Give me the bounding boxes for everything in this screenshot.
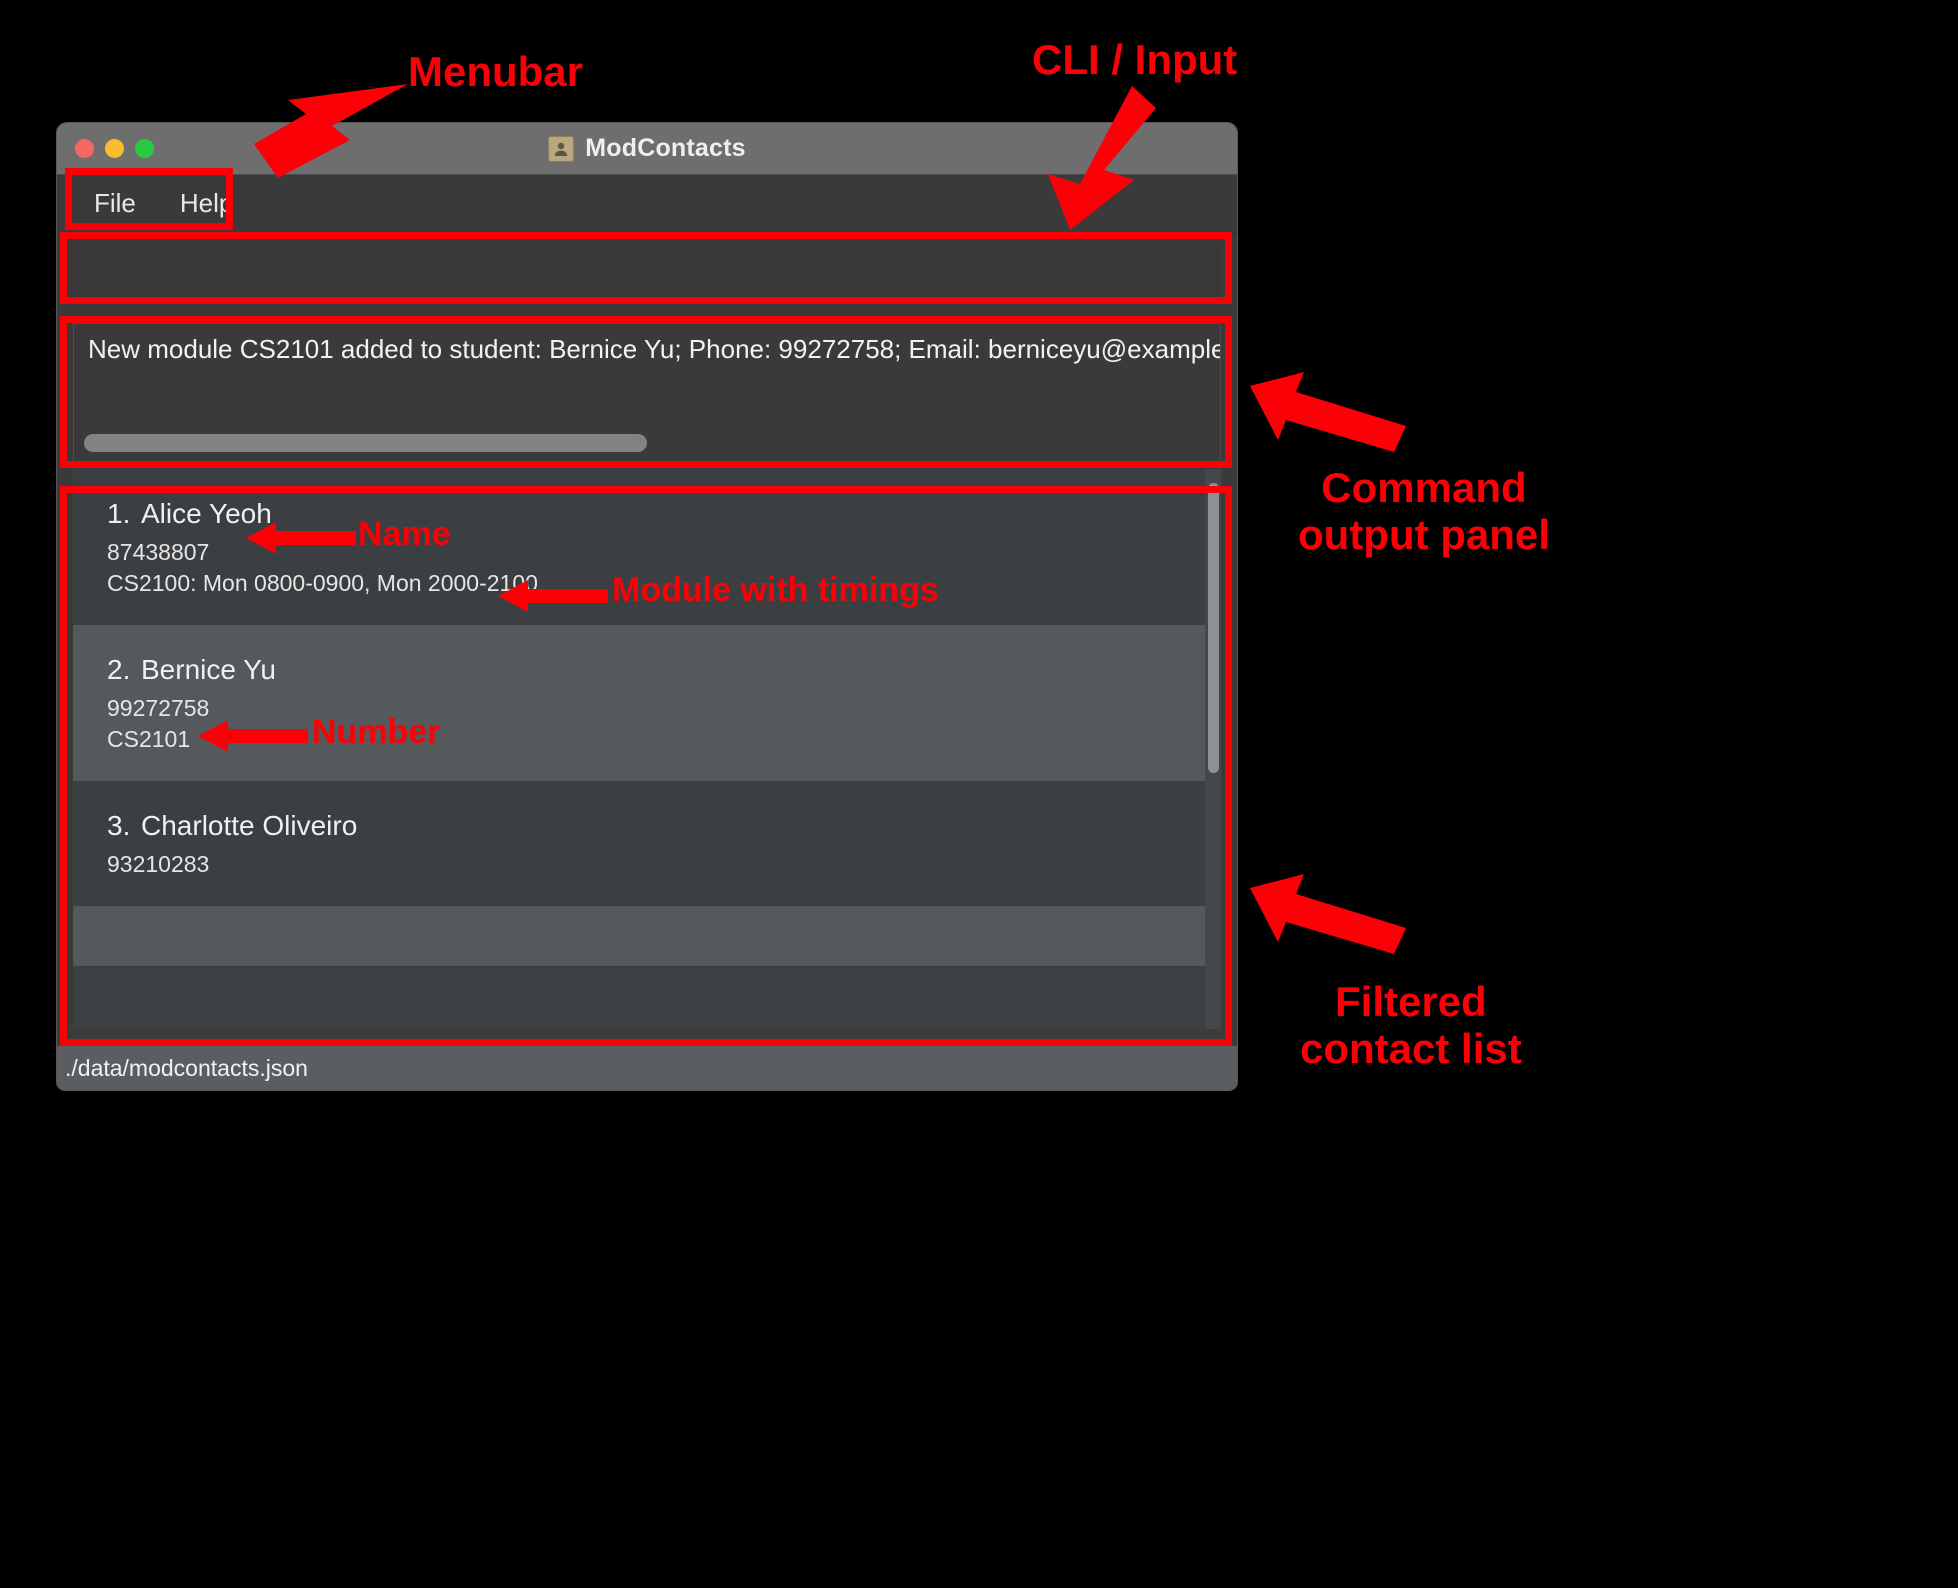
menu-item-help[interactable]: Help — [163, 182, 250, 225]
contact-phone: 93210283 — [107, 850, 210, 877]
annotation-label-name: Name — [358, 515, 451, 553]
contact-list-region: 1. Alice Yeoh 87438807 CS2100: Mon 0800-0… — [57, 469, 1237, 1029]
contact-phone: 87438807 — [107, 538, 210, 565]
menubar: File Help — [57, 175, 1237, 233]
annotation-label-number: Number — [312, 713, 441, 751]
annotation-arrow-command-output — [1250, 372, 1406, 452]
annotation-label-module-timings: Module with timings — [612, 571, 939, 609]
command-output-text-wrap: New module CS2101 added to student: Bern… — [74, 324, 1220, 434]
window-title-group: ModContacts — [57, 123, 1237, 174]
contact-list-item[interactable] — [73, 905, 1205, 966]
maximize-window-button[interactable] — [135, 139, 154, 158]
contact-list-panel: 1. Alice Yeoh 87438807 CS2100: Mon 0800-0… — [73, 469, 1221, 1029]
status-bar: ./data/modcontacts.json — [57, 1046, 1237, 1090]
contact-name-row: 2. Bernice Yu — [107, 651, 1205, 689]
horizontal-scrollbar-thumb[interactable] — [84, 434, 647, 452]
contact-index: 2. — [107, 653, 131, 685]
contact-name-row: 1. Alice Yeoh — [107, 495, 1205, 533]
command-input-box[interactable] — [73, 247, 1221, 309]
command-output-text: New module CS2101 added to student: Bern… — [88, 334, 1220, 364]
minimize-window-button[interactable] — [105, 139, 124, 158]
close-window-button[interactable] — [75, 139, 94, 158]
annotation-label-filtered-contact-list: Filtered contact list — [1300, 978, 1522, 1073]
command-input-region — [57, 233, 1237, 319]
contact-name: Bernice Yu — [141, 653, 276, 685]
contact-name: Alice Yeoh — [141, 498, 272, 529]
window-title: ModContacts — [585, 134, 746, 162]
vertical-scrollbar-thumb[interactable] — [1208, 483, 1219, 773]
contact-list-item[interactable]: 2. Bernice Yu 99272758 CS2101 — [73, 624, 1205, 781]
annotation-arrow-filtered-contact-list — [1250, 874, 1406, 954]
contact-card-icon — [548, 135, 575, 162]
command-input-field[interactable] — [89, 259, 1205, 301]
command-output-horizontal-scrollbar[interactable] — [84, 434, 1210, 452]
contact-index: 3. — [107, 809, 131, 841]
menu-item-file[interactable]: File — [77, 182, 153, 225]
annotation-label-cli-input: CLI / Input — [1032, 36, 1238, 83]
status-bar-file-path: ./data/modcontacts.json — [65, 1054, 308, 1081]
contact-list-items: 1. Alice Yeoh 87438807 CS2100: Mon 0800-0… — [73, 469, 1205, 1029]
contact-list-vertical-scrollbar[interactable] — [1205, 469, 1221, 1029]
contact-list-item[interactable]: 3. Charlotte Oliveiro 93210283 — [73, 780, 1205, 906]
window-titlebar[interactable]: ModContacts — [57, 123, 1237, 175]
screenshot-canvas: ModContacts File Help New module CS2101 … — [0, 0, 1958, 1588]
command-output-panel: New module CS2101 added to student: Bern… — [73, 323, 1221, 463]
annotation-label-command-output: Command output panel — [1298, 464, 1550, 559]
contact-module: CS2101 — [107, 725, 191, 752]
contact-name: Charlotte Oliveiro — [141, 809, 358, 841]
contact-name-row: 3. Charlotte Oliveiro — [107, 807, 1205, 845]
command-output-region: New module CS2101 added to student: Bern… — [57, 319, 1237, 469]
contact-phone: 99272758 — [107, 694, 210, 721]
annotation-label-menubar: Menubar — [408, 48, 584, 95]
window-controls[interactable] — [75, 139, 154, 158]
contact-index: 1. — [107, 498, 131, 529]
